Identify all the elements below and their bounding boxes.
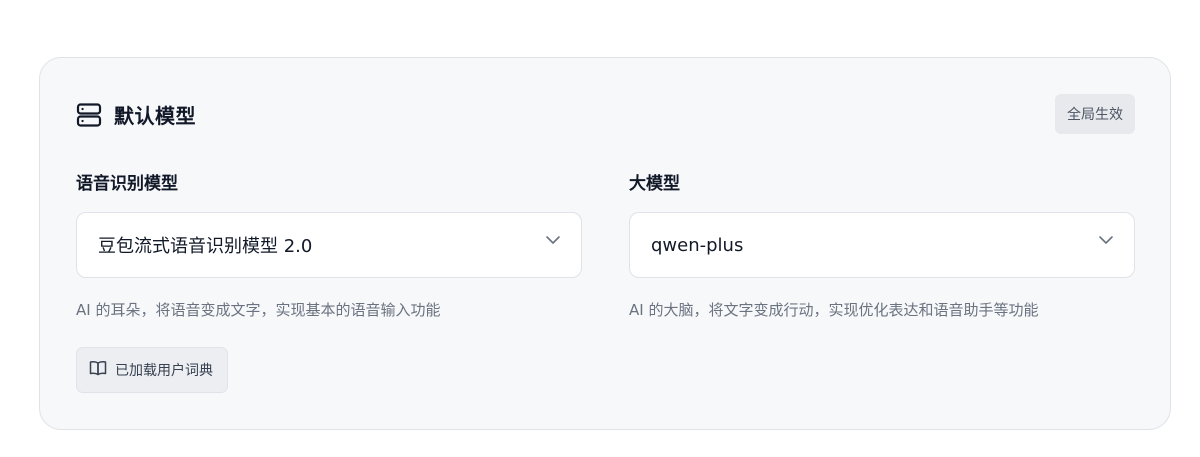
chevron-down-icon — [1098, 235, 1114, 245]
server-icon — [76, 102, 102, 128]
user-dictionary-button[interactable]: 已加载用户词典 — [76, 347, 228, 393]
chevron-down-icon — [545, 235, 561, 245]
scope-badge: 全局生效 — [1055, 94, 1135, 134]
asr-model-description: AI 的耳朵，将语音变成文字，实现基本的语音输入功能 — [76, 301, 441, 319]
card-header: 默认模型 — [76, 100, 196, 129]
llm-model-section: 大模型 qwen-plus AI 的大脑，将文字变成行动，实现优化表达和语音助手… — [629, 172, 1135, 322]
llm-model-select[interactable]: qwen-plus — [629, 212, 1135, 278]
card-title: 默认模型 — [114, 104, 196, 128]
asr-model-select[interactable]: 豆包流式语音识别模型 2.0 — [76, 212, 582, 278]
llm-model-description: AI 的大脑，将文字变成行动，实现优化表达和语音助手等功能 — [629, 301, 1039, 319]
asr-model-label: 语音识别模型 — [76, 174, 178, 194]
llm-model-value: qwen-plus — [651, 234, 744, 256]
book-icon — [89, 360, 107, 380]
llm-model-label: 大模型 — [629, 174, 680, 194]
asr-model-section: 语音识别模型 豆包流式语音识别模型 2.0 AI 的耳朵，将语音变成文字，实现基… — [76, 172, 582, 322]
user-dictionary-label: 已加载用户词典 — [115, 363, 213, 379]
default-model-card: 默认模型 全局生效 语音识别模型 豆包流式语音识别模型 2.0 AI 的耳朵，将… — [39, 57, 1171, 430]
asr-model-value: 豆包流式语音识别模型 2.0 — [98, 236, 313, 257]
